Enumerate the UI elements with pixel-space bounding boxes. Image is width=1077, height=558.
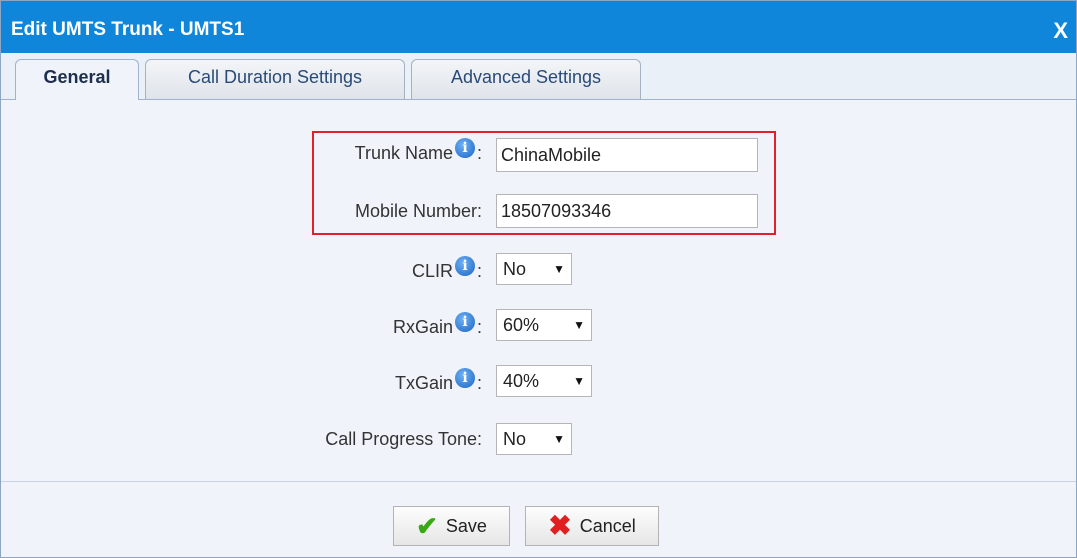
- rxgain-label: RxGain: [392, 317, 453, 337]
- tab-call-duration-settings[interactable]: Call Duration Settings: [145, 59, 405, 99]
- colon: :: [476, 143, 482, 163]
- mobile-number-label-group: Mobile Number:: [355, 201, 482, 222]
- info-icon[interactable]: i: [454, 255, 475, 276]
- txgain-value: 40%: [503, 370, 540, 391]
- colon: :: [476, 261, 482, 281]
- edit-trunk-dialog: Edit UMTS Trunk - UMTS1 X General Call D…: [0, 0, 1077, 558]
- rxgain-value: 60%: [503, 314, 540, 335]
- chevron-down-icon: ▼: [553, 432, 565, 446]
- txgain-label-group: TxGain i :: [394, 367, 482, 394]
- trunk-name-input[interactable]: [496, 138, 758, 172]
- trunk-name-label-group: Trunk Name i :: [354, 137, 482, 164]
- tab-general[interactable]: General: [15, 59, 139, 100]
- txgain-label: TxGain: [394, 373, 453, 393]
- chevron-down-icon: ▼: [573, 374, 585, 388]
- txgain-select[interactable]: 40% ▼: [496, 365, 592, 397]
- info-icon[interactable]: i: [454, 367, 475, 388]
- close-icon[interactable]: X: [1053, 18, 1068, 44]
- trunk-name-row: Trunk Name i :: [1, 135, 1077, 175]
- call-progress-tone-row: Call Progress Tone: No ▼: [1, 419, 1077, 459]
- rxgain-label-group: RxGain i :: [392, 311, 482, 338]
- colon: :: [476, 373, 482, 393]
- call-progress-tone-label: Call Progress Tone:: [325, 429, 482, 449]
- txgain-row: TxGain i : 40% ▼: [1, 363, 1077, 403]
- call-progress-tone-value: No: [503, 428, 527, 449]
- cancel-button[interactable]: ✖ Cancel: [525, 506, 659, 546]
- dialog-title: Edit UMTS Trunk - UMTS1: [11, 19, 245, 40]
- clir-value: No: [503, 258, 527, 279]
- x-icon: ✖: [548, 510, 572, 541]
- call-progress-tone-select[interactable]: No ▼: [496, 423, 572, 455]
- clir-select[interactable]: No ▼: [496, 253, 572, 285]
- check-icon: ✔: [416, 511, 438, 541]
- tab-strip: General Call Duration Settings Advanced …: [1, 53, 1076, 100]
- clir-label: CLIR: [411, 261, 453, 281]
- info-icon[interactable]: i: [454, 137, 475, 158]
- save-label: Save: [445, 515, 487, 536]
- cancel-label: Cancel: [579, 515, 636, 536]
- dialog-titlebar: Edit UMTS Trunk - UMTS1 X: [1, 1, 1076, 53]
- colon: :: [476, 317, 482, 337]
- tab-advanced-settings[interactable]: Advanced Settings: [411, 59, 641, 99]
- info-icon[interactable]: i: [454, 311, 475, 332]
- rxgain-row: RxGain i : 60% ▼: [1, 307, 1077, 347]
- chevron-down-icon: ▼: [573, 318, 585, 332]
- mobile-number-input[interactable]: [496, 194, 758, 228]
- save-button[interactable]: ✔ Save: [393, 506, 510, 546]
- clir-label-group: CLIR i :: [411, 255, 482, 282]
- trunk-name-label: Trunk Name: [354, 143, 453, 163]
- mobile-number-row: Mobile Number:: [1, 191, 1077, 231]
- clir-row: CLIR i : No ▼: [1, 251, 1077, 291]
- footer-divider: [1, 481, 1076, 482]
- rxgain-select[interactable]: 60% ▼: [496, 309, 592, 341]
- call-progress-tone-label-group: Call Progress Tone:: [325, 429, 482, 450]
- mobile-number-label: Mobile Number:: [354, 201, 482, 221]
- chevron-down-icon: ▼: [553, 262, 565, 276]
